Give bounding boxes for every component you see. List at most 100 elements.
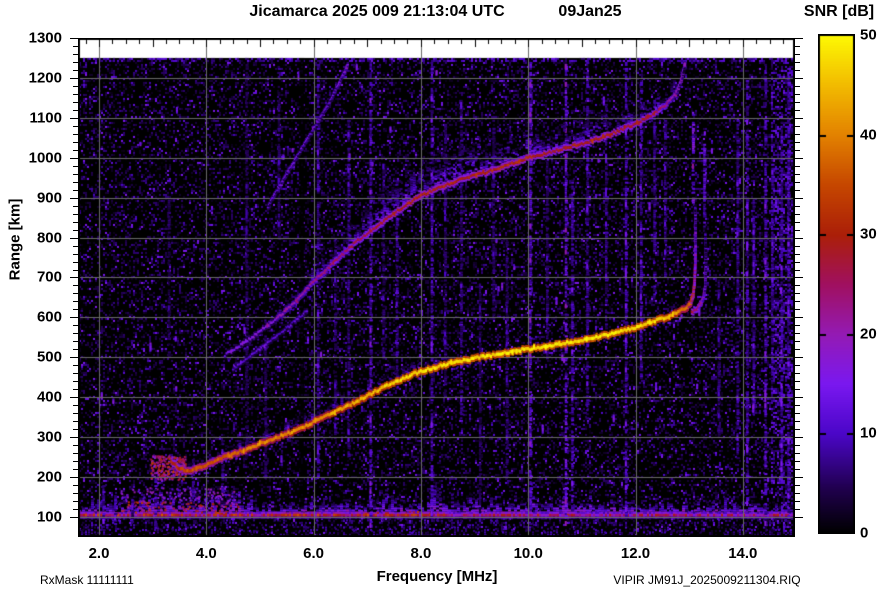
x-tick-label: 4.0 <box>195 545 217 562</box>
file-label: VIPIR JM91J_2025009211304.RIQ <box>613 573 801 587</box>
y-tick-mark <box>795 254 800 255</box>
x-tick-label: 2.0 <box>88 545 110 562</box>
y-tick-mark <box>795 445 800 446</box>
y-tick-mark <box>795 453 800 454</box>
y-tick-mark <box>795 437 803 438</box>
y-tick-label: 400 <box>36 388 62 406</box>
plot-date: 09Jan25 <box>558 3 622 20</box>
y-tick-mark <box>795 397 803 398</box>
x-tick-label: 14.0 <box>728 545 758 562</box>
y-tick-mark <box>795 493 800 494</box>
y-tick-label: 600 <box>36 308 62 326</box>
y-tick-label: 900 <box>36 189 62 207</box>
y-tick-mark <box>70 238 78 239</box>
y-tick-mark <box>795 78 803 79</box>
y-tick-mark <box>795 222 800 223</box>
y-tick-mark <box>70 38 78 39</box>
y-tick-mark <box>795 198 803 199</box>
y-tick-mark <box>795 349 800 350</box>
y-tick-mark <box>795 86 800 87</box>
y-tick-mark <box>795 277 803 278</box>
y-tick-mark <box>70 158 78 159</box>
y-tick-mark <box>795 238 803 239</box>
y-tick-label: 700 <box>36 268 62 286</box>
y-tick-mark <box>795 477 803 478</box>
y-tick-mark <box>795 46 800 47</box>
y-tick-mark <box>795 94 800 95</box>
y-tick-mark <box>795 293 800 294</box>
y-tick-mark <box>795 70 800 71</box>
y-tick-mark <box>795 389 800 390</box>
y-tick-label: 200 <box>36 468 62 486</box>
x-axis-label: Frequency [MHz] <box>376 568 498 585</box>
y-tick-mark <box>795 317 803 318</box>
y-tick-mark <box>795 325 800 326</box>
colorbar-tick-labels: 0 10 20 30 40 50 <box>860 0 884 595</box>
y-tick-mark <box>70 118 78 119</box>
y-tick-mark <box>795 501 800 502</box>
y-tick-mark <box>795 262 800 263</box>
y-tick-mark <box>795 357 803 358</box>
y-tick-mark <box>795 270 800 271</box>
y-tick-mark <box>795 461 800 462</box>
y-tick-mark <box>70 397 78 398</box>
y-tick-mark <box>795 341 800 342</box>
x-tick-label: 12.0 <box>620 545 651 562</box>
y-tick-mark <box>70 357 78 358</box>
y-tick-mark <box>795 373 800 374</box>
y-tick-mark <box>795 190 800 191</box>
y-tick-mark <box>70 277 78 278</box>
y-tick-mark <box>795 285 800 286</box>
y-tick-mark <box>70 517 78 518</box>
x-tick-labels: 2.0 4.0 6.0 8.0 10.0 12.0 14.0 <box>0 546 884 564</box>
y-tick-mark <box>70 198 78 199</box>
colorbar-tick-label: 0 <box>860 524 869 542</box>
y-tick-mark <box>70 437 78 438</box>
y-tick-mark <box>795 54 800 55</box>
y-tick-mark <box>795 485 800 486</box>
y-tick-mark <box>795 38 803 39</box>
y-tick-mark <box>70 317 78 318</box>
y-tick-label: 1300 <box>28 29 62 47</box>
y-tick-mark <box>795 126 800 127</box>
x-tick-label: 8.0 <box>410 545 432 562</box>
y-tick-mark <box>795 309 800 310</box>
y-tick-mark <box>795 301 800 302</box>
y-tick-mark <box>795 413 800 414</box>
y-tick-mark <box>795 469 800 470</box>
ionogram-page: { "header": { "title": "Jicamarca 2025 0… <box>0 0 884 595</box>
y-tick-mark <box>795 62 800 63</box>
y-tick-mark <box>795 405 800 406</box>
x-tick-label: 6.0 <box>303 545 325 562</box>
y-tick-mark <box>795 174 800 175</box>
colorbar-tick-label: 20 <box>860 325 877 343</box>
y-tick-label: 1200 <box>28 69 62 87</box>
y-tick-mark <box>795 214 800 215</box>
plot-title: Jicamarca 2025 009 21:13:04 UTC <box>249 3 505 20</box>
x-tick-label: 10.0 <box>513 545 543 562</box>
y-tick-mark <box>70 78 78 79</box>
y-tick-mark <box>795 158 803 159</box>
ionogram-heatmap <box>78 38 795 537</box>
y-tick-mark <box>795 381 800 382</box>
y-tick-mark <box>795 230 800 231</box>
colorbar-tick-label: 30 <box>860 225 877 243</box>
y-tick-mark <box>795 182 800 183</box>
y-tick-label: 1100 <box>29 109 62 127</box>
y-tick-label: 800 <box>36 229 62 247</box>
y-tick-mark <box>795 134 800 135</box>
y-tick-mark <box>795 166 800 167</box>
y-tick-mark <box>795 118 803 119</box>
y-tick-mark <box>795 365 800 366</box>
y-tick-label: 100 <box>36 508 62 526</box>
y-tick-labels: 100 200 300 400 500 600 700 800 900 1000 1100 1200 1… <box>0 0 62 595</box>
y-tick-mark <box>795 333 800 334</box>
y-tick-label: 300 <box>36 428 62 446</box>
colorbar-tick-label: 40 <box>860 126 877 144</box>
colorbar-gradient <box>818 34 855 534</box>
y-tick-mark <box>795 517 803 518</box>
y-tick-mark <box>795 102 800 103</box>
y-tick-mark <box>795 509 800 510</box>
y-tick-mark <box>795 142 800 143</box>
y-tick-label: 500 <box>36 348 62 366</box>
